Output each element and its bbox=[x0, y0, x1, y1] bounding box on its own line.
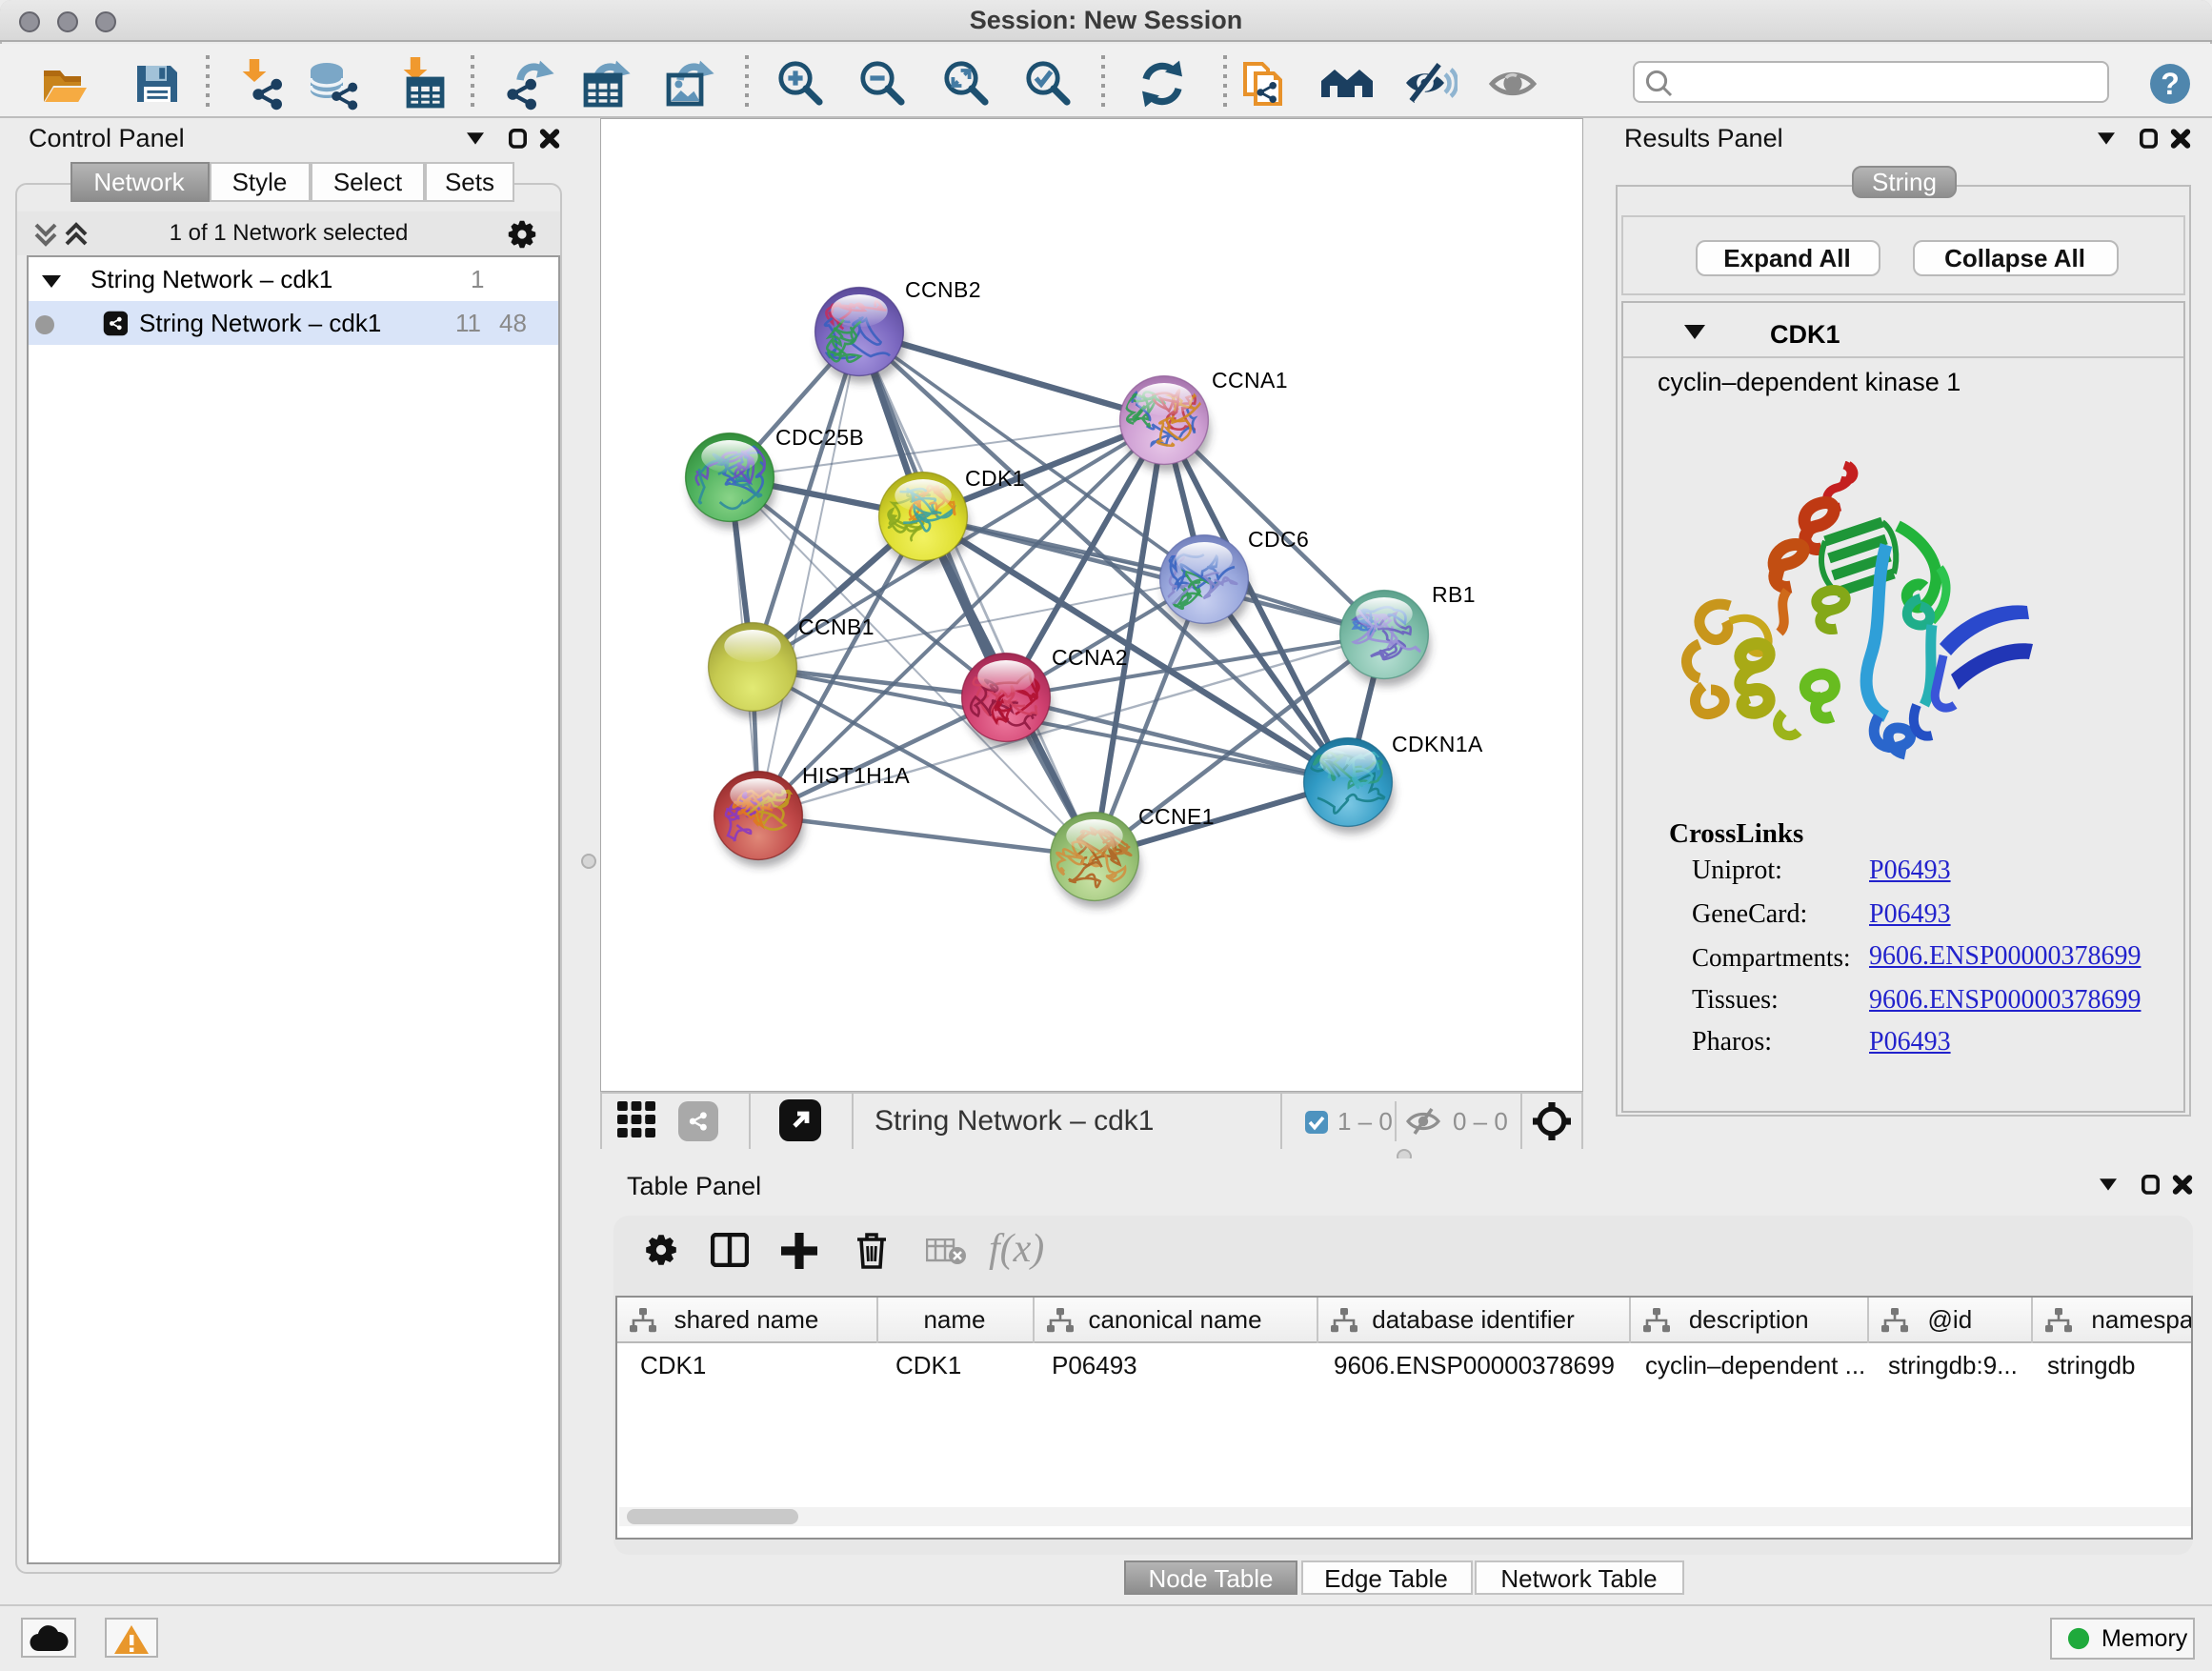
svg-text:CDC6: CDC6 bbox=[1247, 527, 1308, 552]
svg-text:?: ? bbox=[2161, 67, 2180, 101]
svg-text:CCNB2: CCNB2 bbox=[904, 277, 980, 302]
svg-text:HIST1H1A: HIST1H1A bbox=[801, 763, 909, 788]
svg-text:CDC25B: CDC25B bbox=[774, 425, 863, 450]
svg-text:CCNA1: CCNA1 bbox=[1211, 368, 1287, 393]
svg-text:RB1: RB1 bbox=[1431, 582, 1475, 607]
svg-text:CCNA2: CCNA2 bbox=[1051, 645, 1127, 670]
svg-text:CCNE1: CCNE1 bbox=[1137, 804, 1214, 829]
svg-text:CCNB1: CCNB1 bbox=[797, 614, 874, 639]
svg-text:CDK1: CDK1 bbox=[964, 466, 1024, 491]
svg-text:CDKN1A: CDKN1A bbox=[1391, 732, 1482, 756]
